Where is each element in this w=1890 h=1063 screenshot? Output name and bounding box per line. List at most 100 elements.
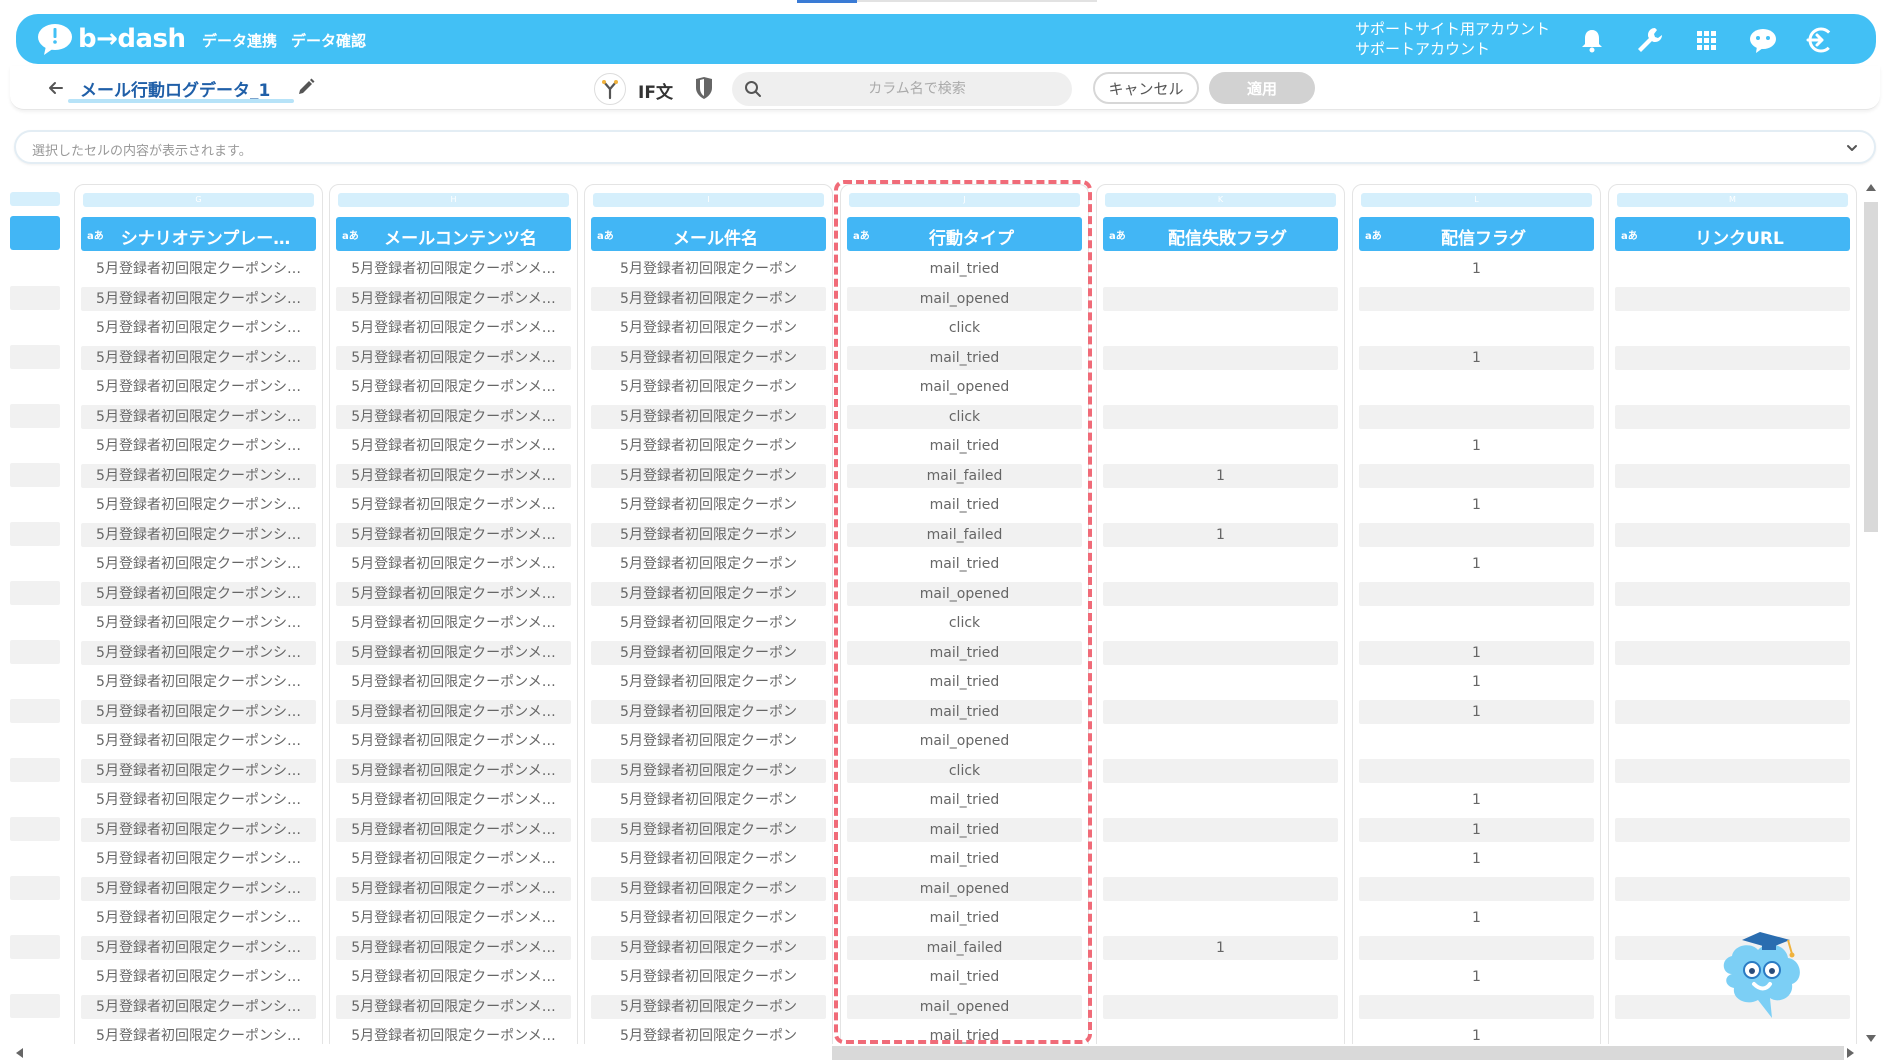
table-cell[interactable]: 5月登録者初回限定クーポン (591, 729, 826, 753)
table-cell[interactable]: 5月登録者初回限定クーポン (591, 994, 826, 1019)
table-cell[interactable] (1103, 286, 1338, 311)
table-cell[interactable] (1103, 965, 1338, 989)
table-cell[interactable] (1359, 729, 1594, 753)
table-cell[interactable]: 5月登録者初回限定クーポン (591, 552, 826, 576)
table-cell[interactable] (10, 905, 60, 929)
table-cell[interactable] (1615, 640, 1850, 665)
column-letter[interactable]: M (1617, 193, 1848, 207)
table-cell[interactable]: 5月登録者初回限定クーポンシ… (81, 345, 316, 370)
table-cell[interactable]: 5月登録者初回限定クーポンシ… (81, 375, 316, 399)
table-cell[interactable]: 5月登録者初回限定クーポンシ… (81, 581, 316, 606)
nav-data-integration[interactable]: データ連携 (202, 30, 277, 51)
table-cell[interactable]: 5月登録者初回限定クーポン (591, 434, 826, 458)
table-cell[interactable]: mail_opened (847, 876, 1082, 901)
table-cell[interactable]: 1 (1359, 906, 1594, 930)
table-cell[interactable]: 5月登録者初回限定クーポンシ… (81, 316, 316, 340)
table-cell[interactable] (1615, 1024, 1850, 1044)
table-cell[interactable] (1359, 994, 1594, 1019)
table-cell[interactable]: 5月登録者初回限定クーポンメ… (336, 581, 571, 606)
table-cell[interactable]: 5月登録者初回限定クーポンメ… (336, 1024, 571, 1044)
table-cell[interactable]: 5月登録者初回限定クーポン (591, 257, 826, 281)
horizontal-scroll-thumb[interactable] (832, 1046, 1844, 1060)
table-cell[interactable] (1615, 758, 1850, 783)
table-cell[interactable]: 5月登録者初回限定クーポン (591, 404, 826, 429)
table-cell[interactable]: 5月登録者初回限定クーポン (591, 316, 826, 340)
table-cell[interactable] (1103, 817, 1338, 842)
table-cell[interactable]: 5月登録者初回限定クーポンシ… (81, 552, 316, 576)
table-cell[interactable]: mail_tried (847, 817, 1082, 842)
table-cell[interactable] (1103, 729, 1338, 753)
table-cell[interactable] (10, 757, 60, 782)
table-cell[interactable]: click (847, 611, 1082, 635)
table-cell[interactable]: 5月登録者初回限定クーポンメ… (336, 434, 571, 458)
table-cell[interactable] (10, 816, 60, 841)
horizontal-scrollbar[interactable] (10, 1044, 1862, 1062)
table-cell[interactable] (1103, 906, 1338, 930)
table-cell[interactable]: mail_tried (847, 552, 1082, 576)
chat-icon[interactable] (1747, 24, 1779, 56)
table-cell[interactable] (10, 462, 60, 487)
column-letter[interactable]: K (1105, 193, 1336, 207)
table-cell[interactable]: mail_tried (847, 670, 1082, 694)
table-cell[interactable]: 5月登録者初回限定クーポン (591, 1024, 826, 1044)
table-cell[interactable]: 1 (1359, 552, 1594, 576)
table-cell[interactable] (1615, 404, 1850, 429)
table-cell[interactable]: mail_tried (847, 699, 1082, 724)
table-cell[interactable] (10, 285, 60, 310)
logo[interactable]: b→dash (36, 21, 186, 57)
table-cell[interactable] (10, 492, 60, 516)
table-cell[interactable]: mail_tried (847, 257, 1082, 281)
table-cell[interactable] (10, 610, 60, 634)
wrench-icon[interactable] (1633, 24, 1665, 56)
shield-icon[interactable] (693, 76, 715, 100)
table-cell[interactable] (10, 639, 60, 664)
table-cell[interactable]: 5月登録者初回限定クーポンメ… (336, 699, 571, 724)
column-header-partial[interactable] (10, 216, 60, 250)
table-cell[interactable]: 5月登録者初回限定クーポンメ… (336, 788, 571, 812)
table-cell[interactable] (1103, 670, 1338, 694)
table-cell[interactable]: 5月登録者初回限定クーポンメ… (336, 493, 571, 517)
table-cell[interactable] (1359, 316, 1594, 340)
table-cell[interactable]: mail_opened (847, 729, 1082, 753)
table-cell[interactable]: 5月登録者初回限定クーポンシ… (81, 699, 316, 724)
table-cell[interactable]: 5月登録者初回限定クーポンメ… (336, 552, 571, 576)
table-cell[interactable]: 5月登録者初回限定クーポンメ… (336, 729, 571, 753)
table-cell[interactable]: 5月登録者初回限定クーポンメ… (336, 994, 571, 1019)
table-cell[interactable] (1103, 581, 1338, 606)
table-cell[interactable]: mail_tried (847, 345, 1082, 370)
column-header-delivery-flag[interactable]: aあ 配信フラグ (1359, 217, 1594, 251)
table-cell[interactable]: 5月登録者初回限定クーポン (591, 906, 826, 930)
table-cell[interactable] (1359, 375, 1594, 399)
column-header-link-url[interactable]: aあ リンクURL (1615, 217, 1850, 251)
table-cell[interactable]: 1 (1103, 522, 1338, 547)
table-cell[interactable]: 5月登録者初回限定クーポン (591, 965, 826, 989)
apply-button[interactable]: 適用 (1209, 72, 1315, 104)
table-cell[interactable]: mail_failed (847, 935, 1082, 960)
table-cell[interactable] (1615, 876, 1850, 901)
table-cell[interactable]: 5月登録者初回限定クーポンシ… (81, 758, 316, 783)
column-letter[interactable]: H (338, 193, 569, 207)
table-cell[interactable]: 1 (1359, 1024, 1594, 1044)
table-cell[interactable] (1359, 611, 1594, 635)
table-cell[interactable]: 5月登録者初回限定クーポンメ… (336, 463, 571, 488)
table-cell[interactable] (10, 846, 60, 870)
table-cell[interactable] (1103, 758, 1338, 783)
table-cell[interactable]: 5月登録者初回限定クーポン (591, 640, 826, 665)
table-cell[interactable]: 5月登録者初回限定クーポン (591, 699, 826, 724)
table-cell[interactable]: 5月登録者初回限定クーポン (591, 375, 826, 399)
table-cell[interactable]: mail_tried (847, 906, 1082, 930)
table-cell[interactable]: 5月登録者初回限定クーポンシ… (81, 404, 316, 429)
table-cell[interactable] (1103, 493, 1338, 517)
table-cell[interactable]: 5月登録者初回限定クーポンシ… (81, 906, 316, 930)
table-cell[interactable]: 1 (1359, 699, 1594, 724)
table-cell[interactable]: 5月登録者初回限定クーポンメ… (336, 345, 571, 370)
table-cell[interactable] (1103, 257, 1338, 281)
table-cell[interactable]: 5月登録者初回限定クーポンシ… (81, 670, 316, 694)
table-cell[interactable]: 1 (1359, 965, 1594, 989)
table-cell[interactable]: 5月登録者初回限定クーポンシ… (81, 522, 316, 547)
table-cell[interactable] (1103, 876, 1338, 901)
table-cell[interactable] (1359, 935, 1594, 960)
back-arrow-icon[interactable] (46, 78, 66, 98)
table-cell[interactable] (10, 580, 60, 605)
table-cell[interactable]: 5月登録者初回限定クーポンメ… (336, 286, 571, 311)
